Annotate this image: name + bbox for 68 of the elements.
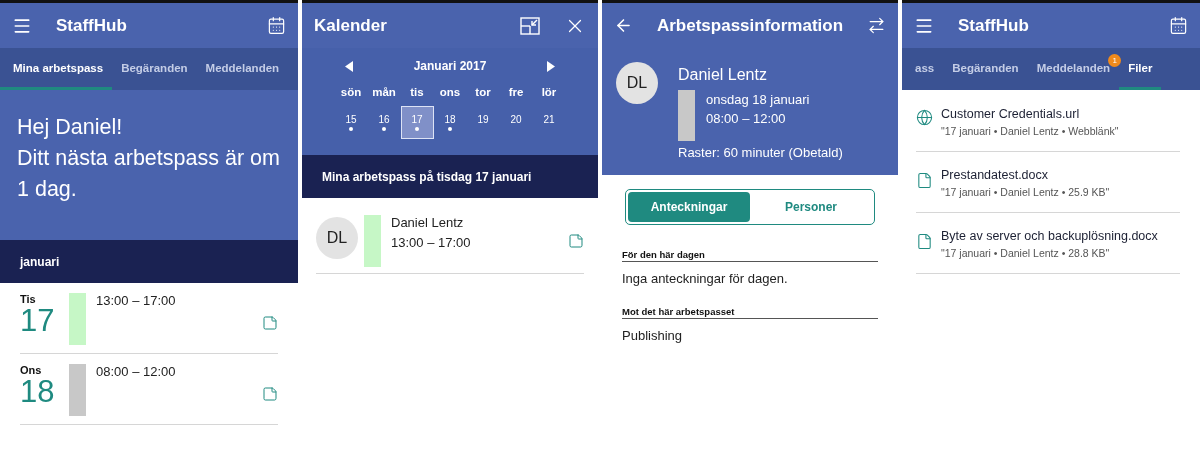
weekday-label: Tis [20, 293, 37, 305]
calendar-day[interactable]: 17 [400, 106, 434, 139]
note-icon[interactable] [262, 386, 278, 402]
greeting-text: Hej Daniel! [17, 114, 124, 141]
note-text: Inga anteckningar för dagen. [622, 271, 789, 286]
swap-icon[interactable] [867, 16, 886, 35]
shift-time: 13:00 – 17:00 [96, 293, 177, 308]
calendar-day[interactable]: 21 [532, 106, 566, 139]
section-heading: Mina arbetspass på tisdag 17 januari [322, 169, 532, 184]
tab[interactable]: Meddelanden [196, 48, 289, 90]
back-icon[interactable] [614, 16, 633, 35]
segment-option[interactable]: Anteckningar [628, 192, 750, 222]
screen-title: Kalender [314, 15, 388, 36]
avatar: DL [616, 62, 658, 104]
file-details: "17 januari • Daniel Lentz • 25.9 KB" [941, 186, 1110, 198]
weekday-label: lör [540, 86, 558, 98]
shift-time: 08:00 – 12:00 [96, 364, 177, 379]
shift-time: 13:00 – 17:00 [391, 235, 472, 250]
person-name: Daniel Lentz [678, 66, 768, 84]
tab[interactable]: Begäranden [112, 48, 197, 90]
next-month-icon[interactable] [547, 60, 555, 72]
weekday-label: mån [371, 86, 397, 98]
globe-icon [916, 109, 933, 126]
note-text: Publishing [622, 328, 683, 343]
note-heading: För den här dagen [622, 249, 878, 262]
calendar-day[interactable]: 19 [466, 106, 500, 139]
break-text: Raster: 60 minuter (Obetald) [678, 144, 843, 162]
file-icon [916, 172, 933, 189]
month-heading: januari [20, 254, 60, 269]
shift-time: 08:00 – 12:00 [706, 110, 787, 128]
note-heading: Mot det här arbetspasset [622, 306, 878, 319]
shift-date: onsdag 18 januari [706, 91, 810, 109]
file-name[interactable]: Customer Credentials.url [941, 107, 1119, 121]
tab[interactable]: Begäranden [943, 48, 1028, 90]
person-name: Daniel Lentz [391, 215, 465, 230]
segment-option[interactable]: Personer [750, 192, 872, 222]
day-number: 18 [20, 376, 56, 407]
month-title: Januari 2017 [413, 59, 487, 73]
day-number: 17 [20, 305, 56, 336]
file-details: "17 januari • Daniel Lentz • 28.8 KB" [941, 247, 1111, 259]
note-icon[interactable] [262, 315, 278, 331]
calendar-day[interactable]: 18 [433, 106, 467, 139]
calendar-day[interactable]: 16 [367, 106, 401, 139]
window-icon[interactable] [520, 16, 540, 35]
greeting-text: Ditt nästa arbetspass är om 1 dag. [17, 145, 281, 203]
screen-title: Arbetspassinformation [655, 15, 845, 36]
tab[interactable]: Filer [1119, 48, 1162, 90]
calendar-icon[interactable] [267, 16, 286, 35]
note-icon[interactable] [568, 233, 584, 249]
avatar: DL [316, 217, 358, 259]
weekday-label: Ons [20, 364, 43, 376]
previous-month-icon[interactable] [345, 60, 353, 72]
file-icon [916, 233, 933, 250]
weekday-label: tor [474, 86, 492, 98]
calendar-day[interactable]: 20 [499, 106, 533, 139]
calendar-icon[interactable] [1169, 16, 1188, 35]
badge: 1 [1108, 54, 1122, 67]
file-name[interactable]: Prestandatest.docx [941, 168, 1110, 182]
tab[interactable]: ass [902, 48, 944, 90]
weekday-label: tis [409, 86, 425, 98]
app-title: StaffHub [55, 15, 128, 36]
file-name[interactable]: Byte av server och backuplösning.docx [941, 229, 1158, 243]
weekday-label: ons [438, 86, 462, 98]
weekday-label: sön [339, 86, 363, 98]
weekday-label: fre [507, 86, 525, 98]
calendar-day[interactable]: 15 [334, 106, 368, 139]
app-title: StaffHub [957, 15, 1030, 36]
file-details: "17 januari • Daniel Lentz • Webblänk" [941, 125, 1119, 137]
